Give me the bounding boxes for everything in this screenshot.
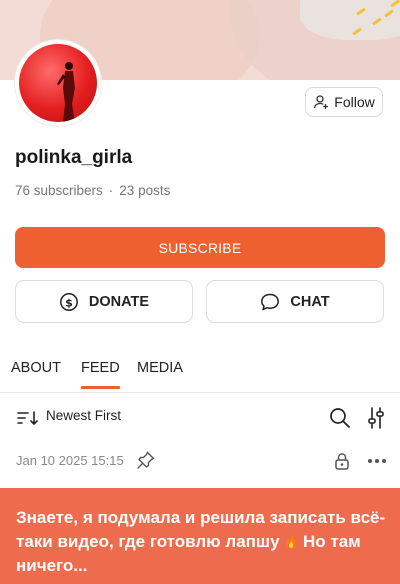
- subscribe-label: SUBSCRIBE: [158, 239, 242, 256]
- chat-bubble-icon: [261, 293, 280, 310]
- post-text[interactable]: Знаете, я подумала и решила записать всё…: [16, 506, 386, 578]
- dollar-coin-icon: $: [59, 292, 78, 311]
- sort-icon[interactable]: [17, 410, 39, 426]
- profile-tabs: ABOUT FEED MEDIA: [0, 352, 400, 393]
- svg-text:$: $: [65, 296, 73, 309]
- post-date: Jan 10 2025 15:15: [16, 453, 124, 468]
- tab-about[interactable]: ABOUT: [11, 360, 61, 376]
- donate-button[interactable]: $ DONATE: [15, 280, 193, 323]
- follow-button[interactable]: Follow: [305, 87, 383, 117]
- pin-icon[interactable]: [136, 450, 156, 470]
- more-icon[interactable]: [367, 457, 387, 465]
- chat-label: CHAT: [290, 293, 330, 310]
- filter-icon[interactable]: [367, 407, 385, 429]
- tab-feed[interactable]: FEED: [81, 360, 120, 389]
- sort-label[interactable]: Newest First: [46, 408, 121, 423]
- follow-label: Follow: [334, 94, 375, 110]
- stats-separator: ·: [108, 183, 114, 198]
- profile-stats: 76 subscribers · 23 posts: [15, 183, 170, 198]
- donate-label: DONATE: [88, 293, 150, 310]
- chat-button[interactable]: CHAT: [206, 280, 384, 323]
- search-icon[interactable]: [329, 407, 351, 429]
- subscribe-button[interactable]: SUBSCRIBE: [15, 227, 385, 268]
- feed-toolbar: Newest First: [0, 405, 400, 429]
- subscriber-count: 76 subscribers: [15, 183, 103, 198]
- avatar[interactable]: [15, 40, 101, 126]
- profile-username: polinka_girla: [15, 147, 133, 168]
- avatar-figure: [57, 62, 75, 122]
- tab-media[interactable]: MEDIA: [137, 360, 183, 376]
- fire-emoji-icon: [284, 532, 298, 549]
- post-count: 23 posts: [119, 183, 171, 198]
- lock-icon: [335, 453, 349, 470]
- add-user-icon: [314, 95, 329, 109]
